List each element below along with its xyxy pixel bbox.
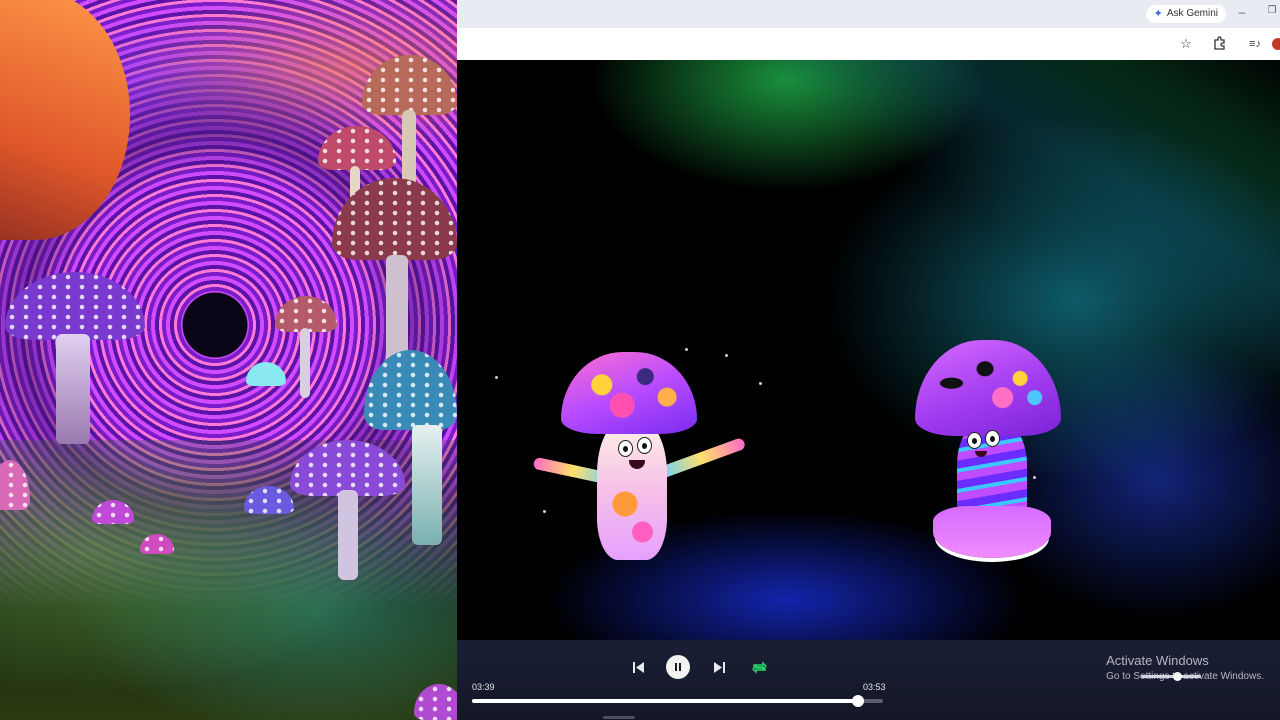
sparkle xyxy=(495,376,498,379)
watermark-title: Activate Windows xyxy=(1106,653,1209,668)
ask-gemini-label: Ask Gemini xyxy=(1166,8,1218,19)
seek-bar-progress xyxy=(472,699,859,703)
media-queue-icon[interactable]: ≡♪ xyxy=(1246,36,1264,52)
mushroom-stem xyxy=(56,334,90,444)
eye xyxy=(985,430,1000,447)
pause-icon xyxy=(675,663,681,671)
star-icon[interactable]: ☆ xyxy=(1177,36,1195,52)
skip-next-icon[interactable] xyxy=(708,656,730,678)
mushroom-arm xyxy=(657,436,747,480)
activate-windows-watermark: Activate Windows Go to Settings to activ… xyxy=(1106,653,1264,682)
eye xyxy=(967,432,982,449)
mushroom-stem xyxy=(300,328,310,398)
restore-icon[interactable]: ❐ xyxy=(1262,5,1280,16)
video-visualizer xyxy=(457,60,1280,640)
mushroom-stem xyxy=(412,425,442,545)
eye xyxy=(637,437,652,454)
sparkle xyxy=(543,510,546,513)
mushroom-stem xyxy=(386,255,408,365)
puzzle-icon[interactable] xyxy=(1211,36,1229,52)
skip-previous-icon[interactable] xyxy=(627,656,649,678)
mushroom-cap xyxy=(561,352,697,434)
sparkle-icon: ✦ xyxy=(1153,8,1163,20)
mushroom-body xyxy=(597,420,667,560)
sparkle xyxy=(685,348,688,351)
avatar[interactable] xyxy=(1272,36,1280,52)
browser-chrome: ✦ Ask Gemini – ❐ ☆ ≡♪ xyxy=(457,0,1280,60)
mushroom-stem xyxy=(338,490,358,580)
sparkle xyxy=(1033,476,1036,479)
total-duration: 03:53 xyxy=(863,682,886,692)
pause-button[interactable] xyxy=(666,655,690,679)
eye xyxy=(618,440,633,457)
ask-gemini-button[interactable]: ✦ Ask Gemini xyxy=(1145,5,1226,23)
media-player-controls: 03:39 03:53 Activate Windows Go to Setti… xyxy=(457,640,1280,720)
scroll-indicator xyxy=(603,716,635,719)
browser-toolbar: ☆ ≡♪ xyxy=(457,28,1280,60)
mushroom-cap xyxy=(915,340,1061,436)
psychedelic-mushroom-artwork xyxy=(0,0,457,720)
mushroom-skirt xyxy=(933,506,1051,558)
elapsed-time: 03:39 xyxy=(472,682,495,692)
seek-bar-handle[interactable] xyxy=(852,695,865,707)
seek-bar[interactable] xyxy=(472,695,883,707)
watermark-subtitle: Go to Settings to activate Windows. xyxy=(1106,671,1264,682)
sparkle xyxy=(725,354,728,357)
sparkle xyxy=(759,382,762,385)
browser-titlebar: ✦ Ask Gemini – ❐ xyxy=(457,0,1280,28)
repeat-icon[interactable] xyxy=(748,656,770,678)
minimize-icon[interactable]: – xyxy=(1232,5,1252,19)
